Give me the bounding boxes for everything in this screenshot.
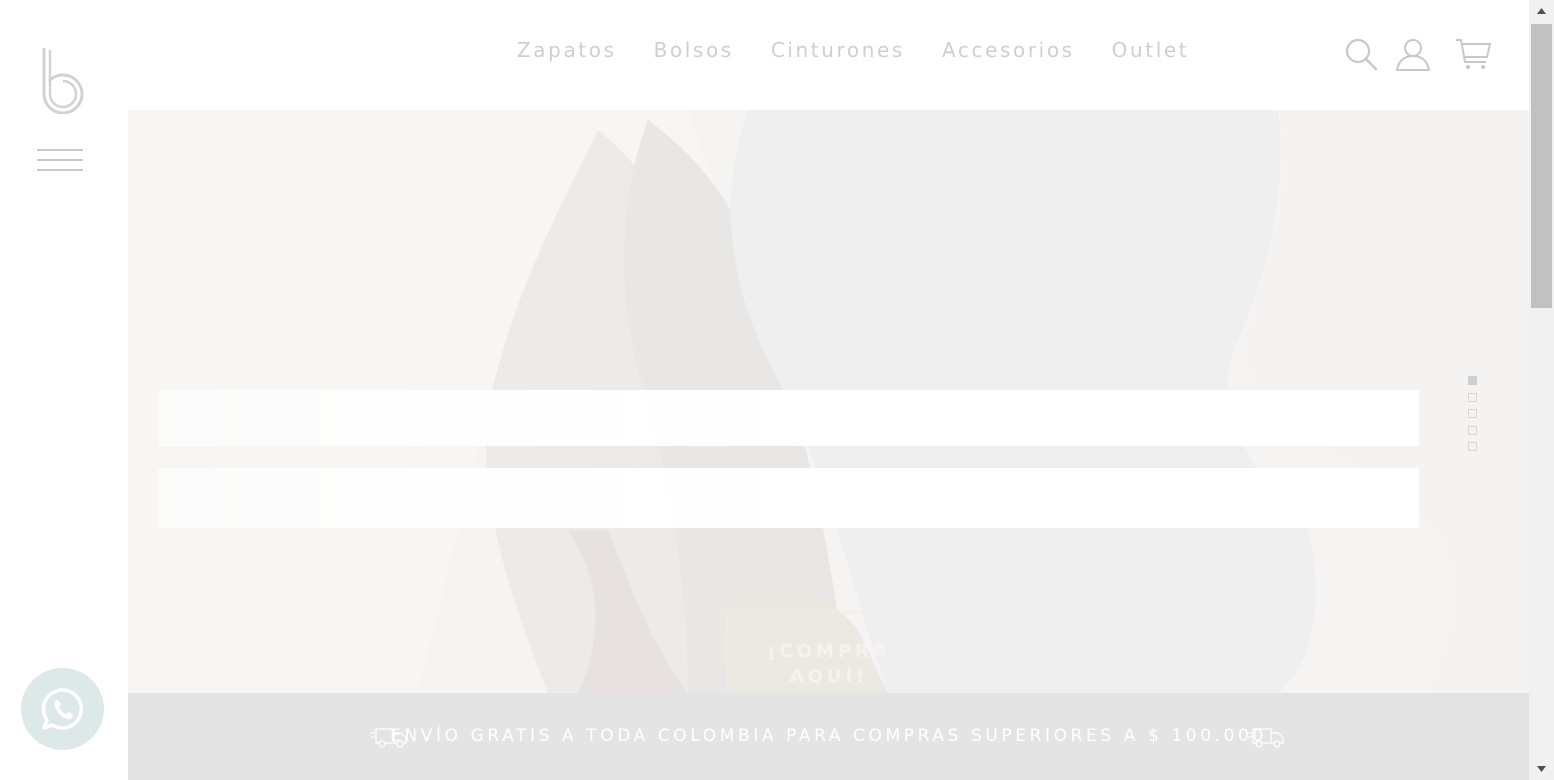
user-icon[interactable]	[1395, 36, 1431, 72]
cart-icon[interactable]	[1455, 36, 1491, 72]
cta-line-2: AQUÍ!	[789, 666, 869, 687]
hamburger-line	[37, 149, 83, 151]
slider-dot-2[interactable]	[1468, 392, 1477, 402]
top-navigation: Zapatos Bolsos Cinturones Accesorios Out…	[128, 0, 1529, 110]
header-icons	[1329, 36, 1529, 76]
nav-item-zapatos[interactable]: Zapatos	[517, 36, 617, 64]
hamburger-menu-button[interactable]	[37, 148, 83, 172]
nav-item-accesorios[interactable]: Accesorios	[942, 36, 1075, 64]
slider-dot-4[interactable]	[1468, 425, 1477, 435]
scroll-down-arrow-icon[interactable]	[1529, 758, 1554, 780]
vertical-scrollbar[interactable]	[1529, 0, 1554, 780]
cta-line-1: ¡COMPRA	[767, 641, 891, 662]
hamburger-line	[37, 159, 83, 161]
slider-dot-5[interactable]	[1468, 442, 1477, 451]
delivery-truck-icon	[1247, 728, 1284, 748]
search-icon[interactable]	[1343, 36, 1379, 72]
hero-text-band	[158, 468, 1419, 528]
nav-item-bolsos[interactable]: Bolsos	[654, 36, 734, 64]
nav-item-outlet[interactable]: Outlet	[1112, 36, 1190, 64]
nav-item-cinturones[interactable]: Cinturones	[771, 36, 905, 64]
hamburger-line	[37, 169, 83, 171]
shop-now-button[interactable]: ¡COMPRA AQUÍ!	[726, 612, 932, 693]
free-shipping-text: ENVÍO GRATIS A TODA COLOMBIA PARA COMPRA…	[390, 726, 1267, 746]
brand-logo[interactable]	[40, 46, 86, 114]
free-shipping-banner: ENVÍO GRATIS A TODA COLOMBIA PARA COMPRA…	[128, 693, 1529, 780]
slider-dot-1[interactable]	[1468, 376, 1477, 385]
whatsapp-icon	[41, 688, 83, 730]
slider-pagination	[1468, 376, 1478, 459]
main-menu: Zapatos Bolsos Cinturones Accesorios Out…	[517, 36, 1226, 64]
hero-slider: ¡COMPRA AQUÍ!	[128, 110, 1529, 693]
left-rail	[0, 0, 128, 780]
shop-now-label: ¡COMPRA AQUÍ!	[727, 639, 931, 689]
scrollbar-thumb[interactable]	[1531, 24, 1552, 308]
slider-dot-3[interactable]	[1468, 409, 1477, 418]
hero-text-band	[158, 390, 1419, 446]
whatsapp-button[interactable]	[21, 668, 104, 750]
scroll-up-arrow-icon[interactable]	[1529, 0, 1554, 22]
